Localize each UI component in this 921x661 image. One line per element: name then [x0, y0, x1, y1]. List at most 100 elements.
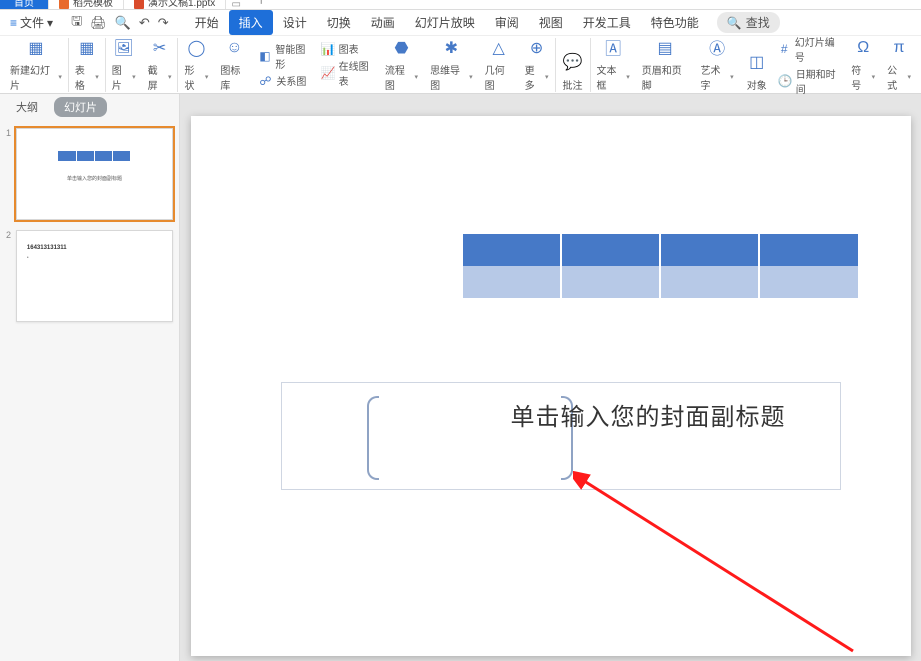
ribbon-wordart[interactable]: Ⓐ 艺术字▾: [694, 38, 739, 92]
window-indicator-icon[interactable]: ▭: [230, 0, 242, 9]
ribbon-slide-number[interactable]: #幻灯片编号: [778, 34, 842, 64]
docer-icon: [59, 0, 69, 9]
ribbon-textbox[interactable]: 🄰 文本框▾: [591, 38, 636, 92]
slide-thumbnails: 1 单击输入您的封面副标题 2 164313131311 •: [0, 120, 179, 661]
tab-design[interactable]: 设计: [273, 10, 317, 35]
tab-developer[interactable]: 开发工具: [573, 10, 641, 35]
workspace: 大纲 幻灯片 1 单击输入您的封面副标题 2 164313131311 •: [0, 94, 921, 661]
comment-icon: 💬: [562, 51, 584, 73]
table-label: 表格: [75, 62, 93, 92]
tab-transition[interactable]: 切换: [317, 10, 361, 35]
slide-canvas[interactable]: 单击输入您的封面副标题: [191, 116, 911, 656]
ribbon-mindmap[interactable]: ✱ 思维导图▾: [424, 38, 479, 92]
menu-bar: ≡ 文件 ▾ 🖫 🖨 🔍 ↶ ↷ 开始 插入 设计 切换 动画 幻灯片放映 审阅…: [0, 10, 921, 36]
ribbon-equation[interactable]: π 公式▾: [881, 38, 917, 92]
slide-editor[interactable]: 单击输入您的封面副标题: [180, 94, 921, 661]
thumb-caption: 单击输入您的封面副标题: [17, 175, 172, 182]
thumb-row-2[interactable]: 2 164313131311 •: [6, 230, 173, 322]
ribbon-header-footer[interactable]: ▤ 页眉和页脚: [636, 38, 695, 92]
new-tab-button[interactable]: ＋: [246, 0, 276, 9]
ribbon-iconlib[interactable]: ☺ 图标库: [214, 38, 254, 92]
iconlib-label: 图标库: [220, 62, 248, 92]
chevron-down-icon: ▾: [58, 73, 62, 81]
ribbon-comment[interactable]: 💬 批注: [556, 38, 591, 92]
ribbon-symbol[interactable]: Ω 符号▾: [845, 38, 881, 92]
thumb2-bullet: •: [27, 255, 29, 261]
ribbon-flowchart[interactable]: ⬣ 流程图▾: [379, 38, 424, 92]
ribbon-picture[interactable]: 🖼 图片▾: [106, 38, 142, 92]
ribbon-online-chart[interactable]: 📈 在线图表: [321, 58, 375, 88]
table-cell[interactable]: [463, 266, 562, 298]
slidenum-label: 幻灯片编号: [795, 34, 842, 64]
slide-table-shape[interactable]: [463, 234, 858, 298]
ribbon-new-slide[interactable]: ▦ 新建幻灯片▾: [4, 38, 69, 92]
thumb2-title: 164313131311: [27, 245, 67, 251]
object-label: 对象: [747, 77, 767, 92]
table-cell[interactable]: [661, 266, 760, 298]
ribbon-shape[interactable]: ◯ 形状▾: [178, 38, 214, 92]
textbox-icon: 🄰: [602, 36, 624, 58]
ribbon-object[interactable]: ◫ 对象: [740, 38, 774, 92]
ribbon-date-time[interactable]: 🕒日期和时间: [778, 66, 842, 96]
datetime-label: 日期和时间: [796, 66, 842, 96]
table-cell[interactable]: [760, 234, 857, 266]
chevron-down-icon: ▾: [95, 73, 99, 81]
redo-icon[interactable]: ↷: [158, 15, 169, 31]
chart-icon: 📊: [321, 42, 335, 56]
brace-left-icon[interactable]: [367, 396, 379, 480]
chevron-down-icon: ▾: [132, 73, 136, 81]
ribbon-more[interactable]: ⊕ 更多▾: [519, 38, 556, 92]
ribbon-geometry[interactable]: △ 几何图: [479, 38, 519, 92]
ribbon-chart[interactable]: 📊图表: [321, 41, 375, 56]
tab-start[interactable]: 开始: [185, 10, 229, 35]
table-cell[interactable]: [661, 234, 760, 266]
tab-view[interactable]: 视图: [529, 10, 573, 35]
flowchart-icon: ⬣: [390, 38, 412, 58]
slide-thumb-1[interactable]: 单击输入您的封面副标题: [16, 128, 173, 220]
tab-home[interactable]: 首页: [0, 0, 49, 9]
tab-slideshow[interactable]: 幻灯片放映: [405, 10, 485, 35]
tab-presentation[interactable]: 演示文稿1.pptx: [124, 0, 226, 9]
ribbon-relation[interactable]: ☍关系图: [258, 73, 312, 88]
table-cell[interactable]: [760, 266, 857, 298]
chevron-down-icon: ▾: [730, 73, 734, 81]
search-icon: 🔍: [727, 16, 742, 30]
mindmap-label: 思维导图: [430, 62, 467, 92]
panel-tab-slides[interactable]: 幻灯片: [54, 97, 107, 117]
ribbon-smart-graphic[interactable]: ◧智能图形: [258, 41, 312, 71]
thumb-row-1[interactable]: 1 单击输入您的封面副标题: [6, 128, 173, 220]
tab-animation[interactable]: 动画: [361, 10, 405, 35]
equation-label: 公式: [887, 62, 905, 92]
ribbon-screenshot[interactable]: ✂ 截屏▾: [142, 38, 179, 92]
flowchart-label: 流程图: [385, 62, 413, 92]
tab-special[interactable]: 特色功能: [641, 10, 709, 35]
online-chart-label: 在线图表: [339, 58, 375, 88]
subtitle-placeholder-text[interactable]: 单击输入您的封面副标题: [511, 397, 786, 432]
preview-icon[interactable]: 🔍: [115, 15, 131, 31]
print-icon[interactable]: 🖨: [90, 15, 107, 31]
undo-icon[interactable]: ↶: [139, 15, 150, 31]
chevron-down-icon: ▾: [872, 73, 876, 81]
slide-panel: 大纲 幻灯片 1 单击输入您的封面副标题 2 164313131311 •: [0, 94, 180, 661]
table-cell[interactable]: [562, 234, 661, 266]
save-icon[interactable]: 🖫: [71, 12, 82, 34]
ribbon-table[interactable]: ▦ 表格▾: [69, 38, 106, 92]
tab-review[interactable]: 审阅: [485, 10, 529, 35]
table-cell[interactable]: [562, 266, 661, 298]
panel-tab-outline[interactable]: 大纲: [10, 97, 44, 117]
search-button[interactable]: 🔍 查找: [717, 12, 780, 33]
screenshot-icon: ✂: [149, 38, 171, 58]
thumb-number: 1: [6, 128, 12, 220]
tab-insert[interactable]: 插入: [229, 10, 273, 35]
file-menu[interactable]: ≡ 文件 ▾: [0, 14, 63, 31]
annotation-arrow-icon: [573, 471, 863, 661]
file-menu-label: 文件: [20, 14, 44, 31]
online-chart-icon: 📈: [321, 66, 335, 80]
ribbon-slidenum-stack: #幻灯片编号 🕒日期和时间: [774, 38, 846, 92]
tab-presentation-label: 演示文稿1.pptx: [148, 0, 215, 9]
table-cell[interactable]: [463, 234, 562, 266]
slide-thumb-2[interactable]: 164313131311 •: [16, 230, 173, 322]
tab-template[interactable]: 稻壳模板: [49, 0, 124, 9]
chevron-down-icon: ▾: [205, 73, 209, 81]
chevron-down-icon: ▾: [626, 73, 630, 81]
